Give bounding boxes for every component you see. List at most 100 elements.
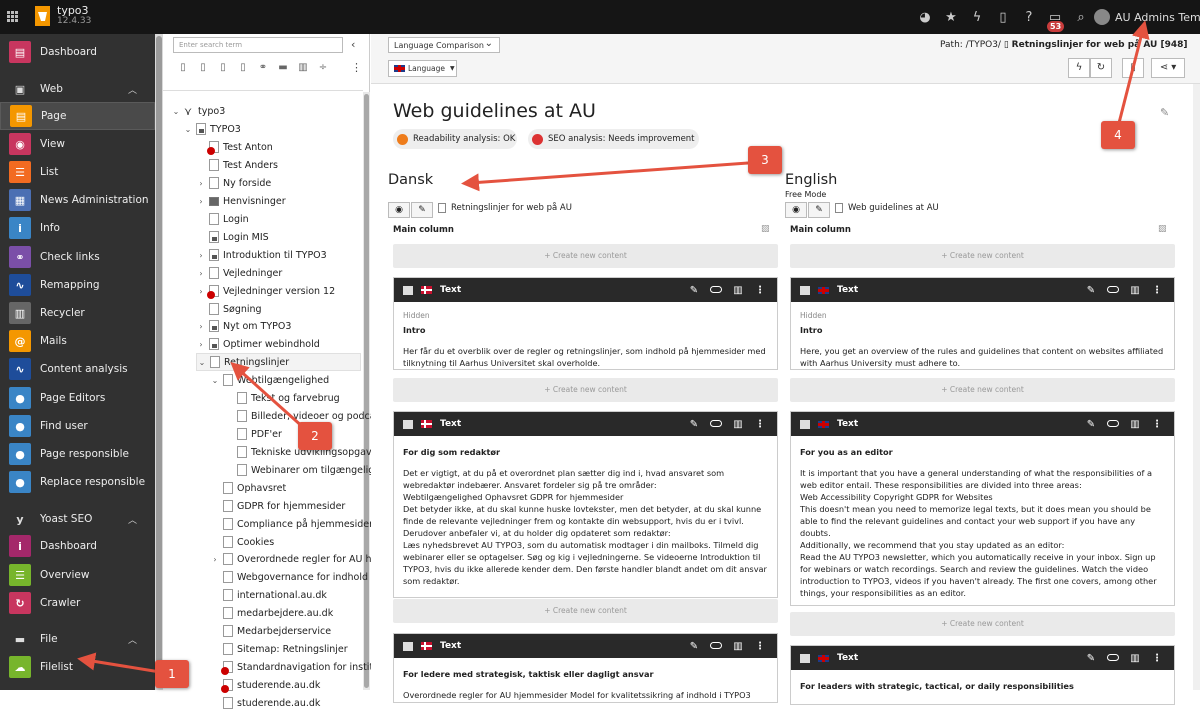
new-folder-page-icon[interactable]: ▯ <box>193 62 213 73</box>
edit-pencil-icon[interactable]: ✎ <box>1080 419 1102 430</box>
module-overview[interactable]: ☰ Overview <box>0 561 155 589</box>
new-page-icon[interactable]: ▯ <box>173 62 193 73</box>
user-menu[interactable]: AU Admins Template <box>1094 7 1200 27</box>
module-menu-scrollbar[interactable] <box>155 34 163 690</box>
more-actions-icon[interactable]: ⋮ <box>1146 653 1168 664</box>
module-check-links[interactable]: ⚭ Check links <box>0 243 155 271</box>
column-edit-icon[interactable]: ▨ <box>1158 224 1167 234</box>
create-new-content-button[interactable]: + Create new content <box>790 244 1175 268</box>
module-recycler[interactable]: ▥ Recycler <box>0 299 155 327</box>
chevron-right-icon[interactable]: › <box>196 322 206 331</box>
spacer-icon[interactable]: ÷ <box>313 62 333 73</box>
chevron-right-icon[interactable]: › <box>196 179 206 188</box>
module-filelist[interactable]: ☁ Filelist <box>0 653 155 681</box>
edit-page-icon[interactable]: ✎ <box>1160 106 1169 119</box>
tree-node[interactable]: Ophavsret <box>210 479 286 497</box>
toggle-visibility-icon[interactable] <box>1102 653 1124 664</box>
delete-trash-icon[interactable]: ▥ <box>727 285 749 296</box>
recycler-icon[interactable]: ▥ <box>293 62 313 73</box>
edit-page-properties-button[interactable]: ✎ <box>411 202 433 218</box>
tree-node[interactable]: › Henvisninger <box>196 192 285 210</box>
module-info[interactable]: i Info <box>0 214 155 242</box>
create-new-content-button[interactable]: + Create new content <box>393 244 778 268</box>
create-new-content-button[interactable]: + Create new content <box>790 612 1175 636</box>
tree-node[interactable]: studerende.au.dk <box>210 694 320 712</box>
flush-cache-lightning-icon[interactable]: ϟ <box>964 10 990 25</box>
toggle-visibility-icon[interactable] <box>1102 419 1124 430</box>
tree-more-icon[interactable]: ⋮ <box>351 61 362 74</box>
tree-node[interactable]: international.au.dk <box>210 586 327 604</box>
module-view[interactable]: ◉ View <box>0 130 155 158</box>
view-page-button[interactable]: ◉ <box>388 202 410 218</box>
tree-node[interactable]: › Introduktion til TYPO3 <box>196 246 327 264</box>
more-actions-icon[interactable]: ⋮ <box>1146 419 1168 430</box>
edit-pencil-icon[interactable]: ✎ <box>683 419 705 430</box>
module-page-editors[interactable]: ● Page Editors <box>0 384 155 412</box>
module-list[interactable]: ☰ List <box>0 158 155 186</box>
tree-node[interactable]: Søgning <box>196 300 262 318</box>
tree-node[interactable]: › Optimer webindhold <box>196 335 320 353</box>
chevron-right-icon[interactable]: › <box>196 287 206 296</box>
more-actions-icon[interactable]: ⋮ <box>1146 285 1168 296</box>
tree-node[interactable]: Test Anders <box>196 156 278 174</box>
edit-pencil-icon[interactable]: ✎ <box>683 285 705 296</box>
collapse-tree-icon[interactable]: ‹ <box>351 38 355 51</box>
edit-pencil-icon[interactable]: ✎ <box>1080 653 1102 664</box>
language-button[interactable]: Language ▼ <box>388 60 457 77</box>
delete-trash-icon[interactable]: ▥ <box>1124 285 1146 296</box>
module-crawler[interactable]: ↻ Crawler <box>0 589 155 617</box>
tree-node[interactable]: › Ny forside <box>196 174 271 192</box>
delete-trash-icon[interactable]: ▥ <box>727 641 749 652</box>
create-new-content-button[interactable]: + Create new content <box>790 378 1175 402</box>
column-edit-icon[interactable]: ▨ <box>761 224 770 234</box>
tree-node[interactable]: Sitemap: Retningslinjer <box>210 640 348 658</box>
module-remapping[interactable]: ∿ Remapping <box>0 271 155 299</box>
content-element-card[interactable]: Text ✎ ▥ ⋮ For dig som redaktør Det er vigtig… <box>393 411 778 598</box>
content-element-card[interactable]: Text ✎ ▥ ⋮ For leaders with strategic, tacti… <box>790 645 1175 705</box>
module-yoast-dashboard[interactable]: i Dashboard <box>0 532 155 560</box>
module-mails[interactable]: @ Mails <box>0 327 155 355</box>
help-icon[interactable]: ? <box>1016 10 1042 25</box>
tree-node[interactable]: Standardnavigation for institutter <box>210 658 396 676</box>
tree-node[interactable]: Compliance på hjemmesider <box>210 515 373 533</box>
create-new-content-button[interactable]: + Create new content <box>393 378 778 402</box>
tree-search-input[interactable]: Enter search term <box>173 37 343 53</box>
chevron-right-icon[interactable]: › <box>196 197 206 206</box>
reload-button[interactable]: ↻ <box>1090 58 1112 78</box>
more-actions-icon[interactable]: ⋮ <box>749 641 771 652</box>
tree-node[interactable]: Webinarer om tilgængelighed <box>224 461 392 479</box>
readability-badge[interactable]: Readability analysis: OK <box>393 129 517 149</box>
tree-node[interactable]: › Vejledninger version 12 <box>196 282 335 300</box>
tree-node[interactable]: ⌄ Retningslinjer <box>196 353 361 371</box>
toggle-visibility-icon[interactable] <box>705 419 727 430</box>
toggle-visibility-icon[interactable] <box>1102 285 1124 296</box>
tree-node[interactable]: ⌄ TYPO3 <box>183 120 241 138</box>
new-mount-icon[interactable]: ▯ <box>233 62 253 73</box>
tree-node[interactable]: › Vejledninger <box>196 264 282 282</box>
chevron-down-icon[interactable]: ⌄ <box>197 358 207 367</box>
chevron-right-icon[interactable]: › <box>196 251 206 260</box>
search-icon[interactable]: ⌕ <box>1068 10 1094 25</box>
content-scrollbar[interactable] <box>1193 84 1200 690</box>
view-page-button[interactable]: ◉ <box>785 202 807 218</box>
content-element-card[interactable]: Text ✎ ▥ ⋮ Hidden Intro Her får du et overblik… <box>393 277 778 370</box>
module-dashboard[interactable]: ▤ Dashboard <box>0 38 155 66</box>
chevron-down-icon[interactable]: ⌄ <box>171 107 181 116</box>
new-shortcut-icon[interactable]: ▯ <box>213 62 233 73</box>
edit-page-properties-button[interactable]: ✎ <box>808 202 830 218</box>
tree-node[interactable]: Login <box>196 210 249 228</box>
tree-node[interactable]: Test Anton <box>196 138 273 156</box>
tree-scrollbar[interactable] <box>363 92 370 690</box>
module-group-web[interactable]: ▣ Web ︿ <box>0 75 155 103</box>
tree-node[interactable]: Medarbejderservice <box>210 622 331 640</box>
delete-trash-icon[interactable]: ▥ <box>1124 653 1146 664</box>
module-page-responsible[interactable]: ● Page responsible <box>0 440 155 468</box>
content-element-card[interactable]: Text ✎ ▥ ⋮ Hidden Intro Here, you get an overv… <box>790 277 1175 370</box>
module-menu-toggle-icon[interactable] <box>7 11 19 23</box>
tree-node[interactable]: Login MIS <box>196 228 269 246</box>
module-find-user[interactable]: ● Find user <box>0 412 155 440</box>
more-actions-icon[interactable]: ⋮ <box>749 419 771 430</box>
view-mode-select[interactable]: Language Comparison <box>388 37 500 53</box>
edit-pencil-icon[interactable]: ✎ <box>683 641 705 652</box>
chevron-down-icon[interactable]: ⌄ <box>183 125 193 134</box>
